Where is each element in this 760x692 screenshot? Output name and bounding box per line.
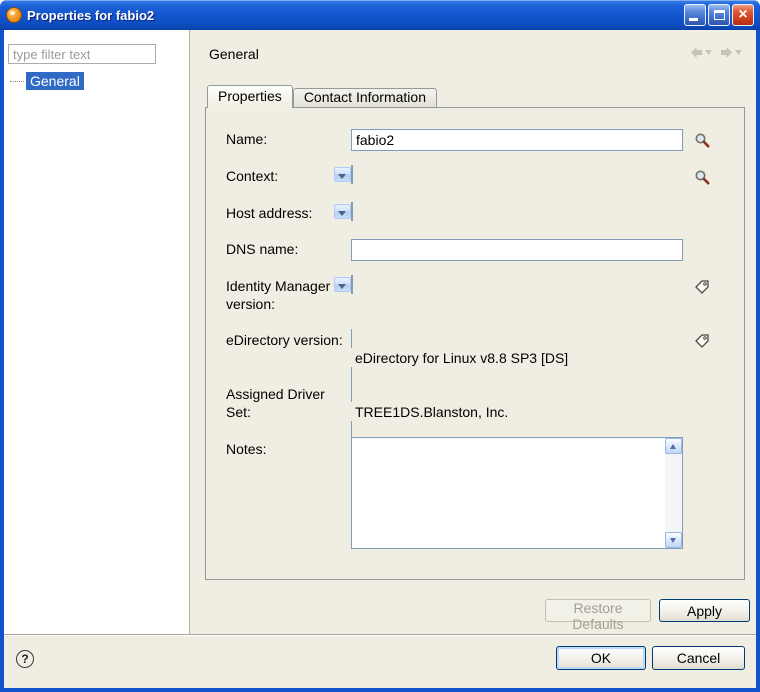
assigned-driver-set-label: Assigned Driver Set: — [226, 386, 346, 421]
restore-defaults-button[interactable]: Restore Defaults — [545, 599, 651, 622]
idm-version-row: Identity Manager version: 3.6 — [206, 276, 744, 298]
window-title: Properties for fabio2 — [27, 8, 154, 23]
context-row: Context: novell — [206, 166, 744, 188]
host-address-combo[interactable] — [351, 202, 353, 221]
close-icon: × — [733, 5, 753, 25]
bottom-separator — [4, 634, 756, 636]
sidebar: General — [4, 30, 190, 634]
forward-arrow-icon — [719, 46, 734, 59]
notes-row: Notes: — [206, 437, 744, 549]
forward-menu-caret-icon — [735, 50, 742, 55]
idm-version-combo[interactable]: 3.6 — [351, 275, 353, 294]
back-arrow-icon — [689, 46, 704, 59]
tab-bar: Properties Contact Information — [207, 85, 437, 108]
context-dropdown-button[interactable] — [334, 167, 351, 182]
name-input[interactable] — [351, 129, 683, 151]
host-address-label: Host address: — [226, 205, 346, 223]
close-button[interactable]: × — [732, 4, 754, 26]
tab-contact-information[interactable]: Contact Information — [293, 88, 437, 107]
maximize-button[interactable] — [708, 4, 730, 26]
help-button[interactable]: ? — [16, 650, 34, 668]
dialog-body: General General Properties Contact Infor… — [4, 30, 756, 688]
page-title: General — [209, 46, 259, 62]
history-nav — [687, 44, 744, 61]
notes-scrollbar[interactable] — [665, 438, 682, 548]
cancel-button[interactable]: Cancel — [652, 646, 745, 670]
edirectory-version-field: eDirectory for Linux v8.8 SP3 [DS] — [351, 329, 683, 386]
search-icon[interactable] — [694, 132, 710, 148]
host-address-row: Host address: — [206, 203, 744, 225]
dns-name-row: DNS name: — [206, 239, 744, 261]
scroll-up-button[interactable] — [665, 438, 682, 454]
context-combo[interactable]: novell — [351, 165, 353, 184]
dns-name-label: DNS name: — [226, 241, 346, 259]
name-row: Name: — [206, 129, 744, 151]
ok-button[interactable]: OK — [556, 646, 646, 670]
host-address-dropdown-button[interactable] — [334, 204, 351, 219]
edirectory-version-row: eDirectory version: eDirectory for Linux… — [206, 330, 744, 352]
properties-dialog: Properties for fabio2 × General General — [0, 0, 760, 692]
maximize-icon — [714, 10, 725, 20]
edirectory-version-label: eDirectory version: — [226, 332, 346, 350]
assigned-driver-set-value: TREE1DS.Blanston, Inc. — [351, 402, 683, 422]
main-panel: General Properties Contact Information — [191, 30, 756, 634]
tag-icon[interactable] — [694, 279, 710, 295]
edirectory-version-value: eDirectory for Linux v8.8 SP3 [DS] — [351, 348, 683, 368]
search-icon[interactable] — [694, 169, 710, 185]
forward-button[interactable] — [717, 44, 744, 61]
tree-item-label: General — [26, 72, 84, 90]
name-label: Name: — [226, 131, 346, 149]
properties-pane: Name: Context: novell — [205, 107, 745, 580]
dns-name-input[interactable] — [351, 239, 683, 261]
scroll-down-button[interactable] — [665, 532, 682, 548]
tree-connector — [10, 81, 24, 82]
titlebar-buttons: × — [684, 4, 754, 26]
titlebar[interactable]: Properties for fabio2 × — [0, 0, 760, 30]
assigned-driver-set-row: Assigned Driver Set: TREE1DS.Blanston, I… — [206, 384, 744, 406]
back-button[interactable] — [687, 44, 714, 61]
back-menu-caret-icon — [705, 50, 712, 55]
minimize-button[interactable] — [684, 4, 706, 26]
idm-version-dropdown-button[interactable] — [334, 277, 351, 292]
apply-button[interactable]: Apply — [659, 599, 750, 622]
notes-label: Notes: — [226, 441, 346, 459]
app-icon — [6, 7, 22, 23]
tree-item-general[interactable]: General — [10, 72, 84, 90]
minimize-icon — [689, 18, 698, 21]
assigned-driver-set-field: TREE1DS.Blanston, Inc. — [351, 383, 683, 440]
tab-properties[interactable]: Properties — [207, 85, 293, 108]
context-label: Context: — [226, 168, 346, 186]
filter-input[interactable] — [8, 44, 156, 64]
tag-icon[interactable] — [694, 333, 710, 349]
idm-version-label: Identity Manager version: — [226, 278, 346, 313]
notes-textarea[interactable] — [351, 437, 683, 549]
